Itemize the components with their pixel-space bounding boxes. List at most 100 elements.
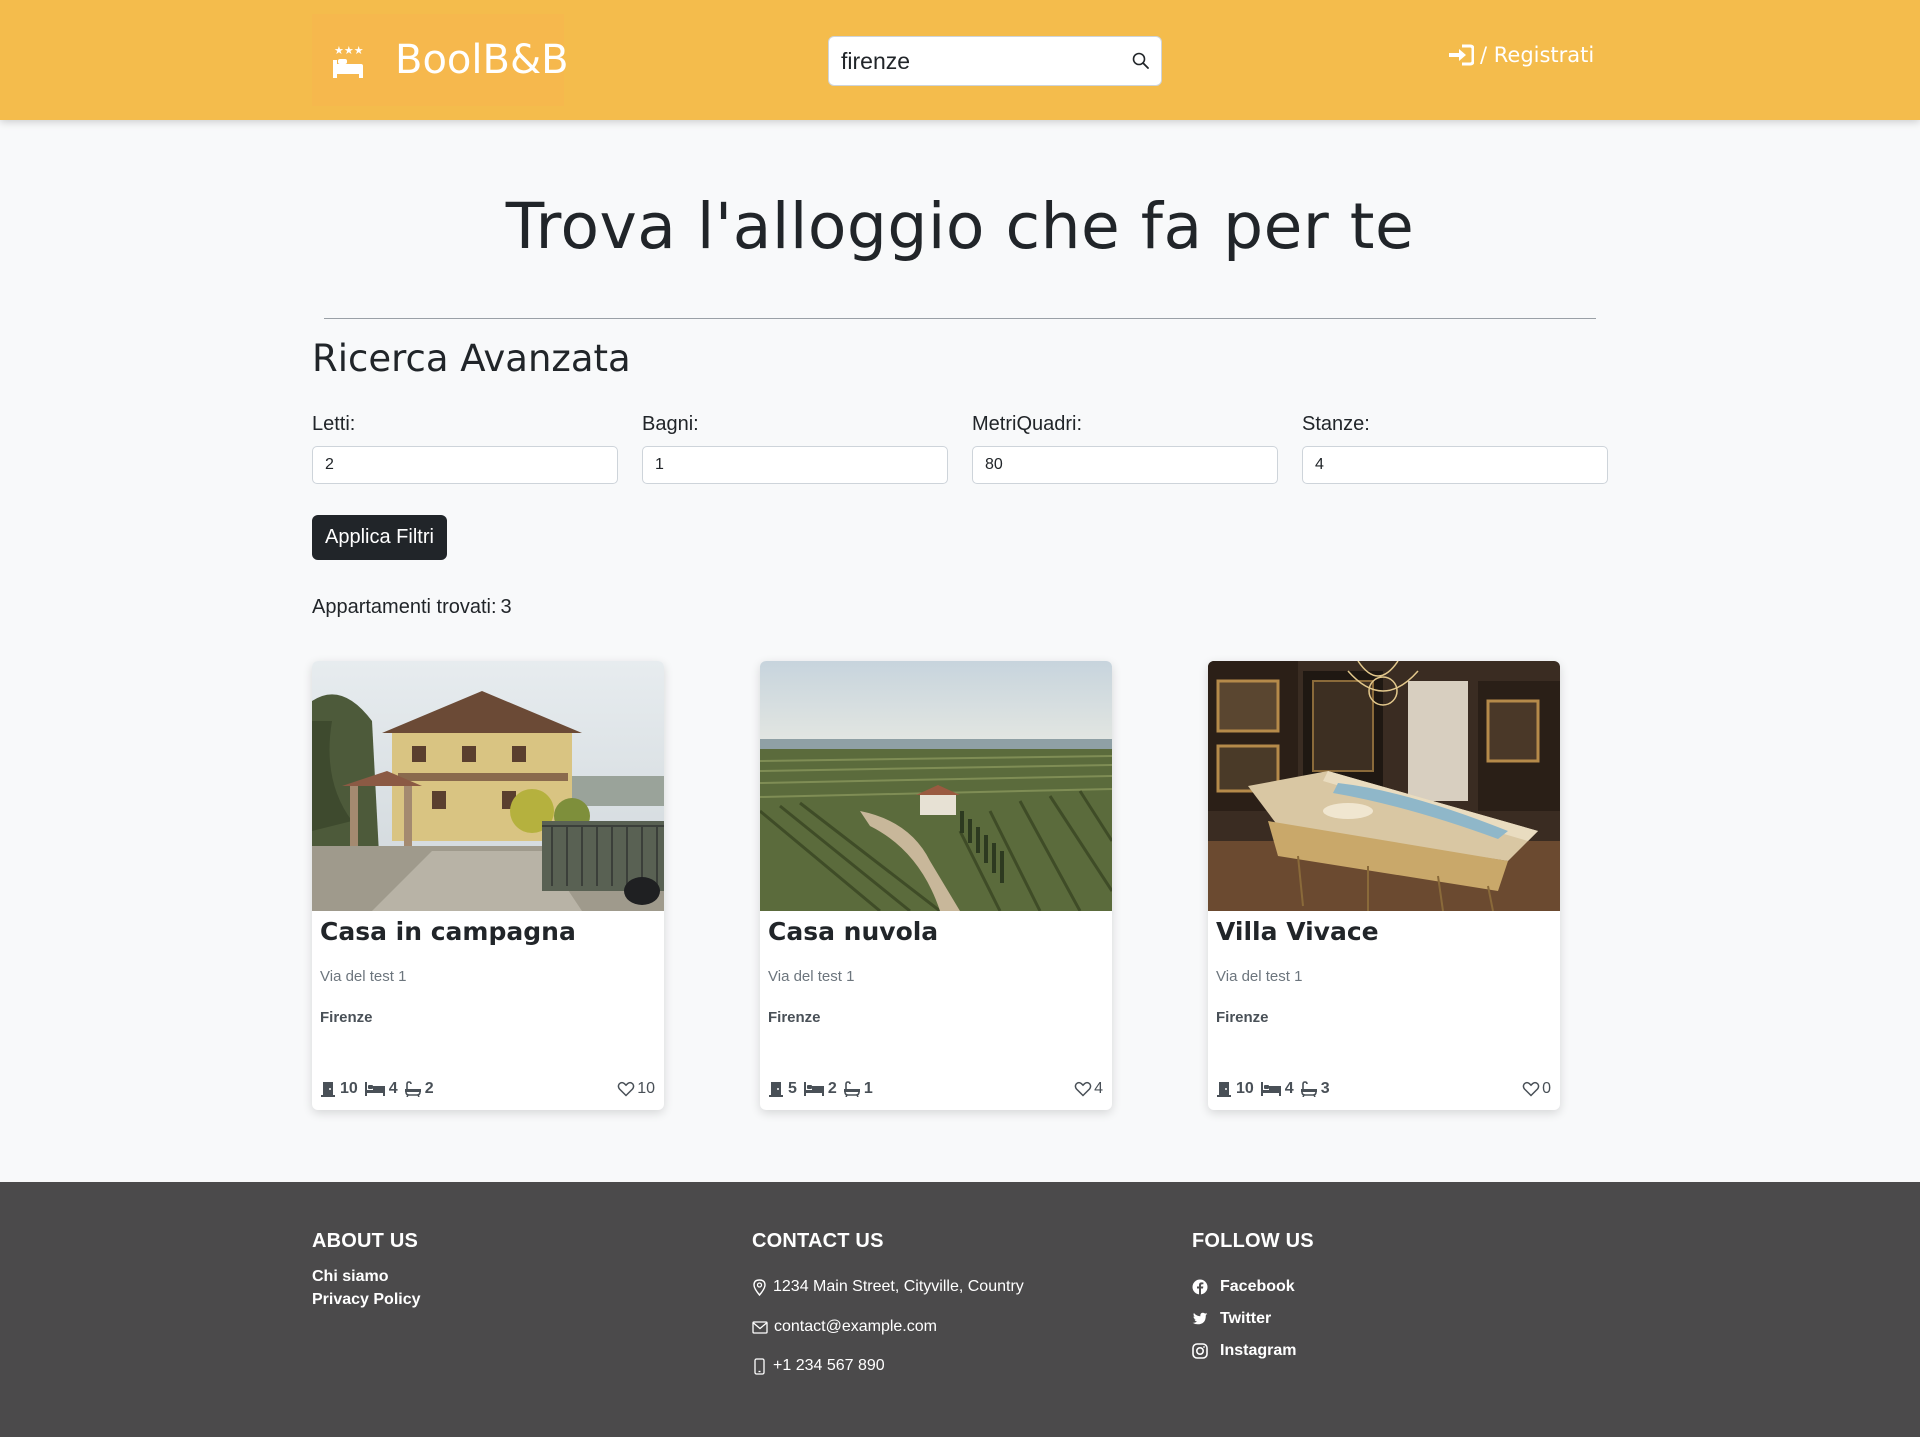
footer-about: ABOUT US Chi siamo Privacy Policy [312,1230,421,1309]
footer-follow-heading: FOLLOW US [1192,1230,1314,1252]
apartment-city: Firenze [320,1009,373,1026]
bathrooms-count: 1 [863,1080,873,1097]
apartment-card[interactable]: Casa in campagna Via del test 1 Firenze … [312,661,664,1110]
apply-filters-button[interactable]: Applica Filtri [312,515,447,560]
apartment-stats: 10 4 3 [1216,1080,1337,1098]
heart-icon [617,1081,635,1097]
likes-count: 4 [1094,1080,1103,1097]
rooms-stat: 10 [1216,1080,1254,1098]
footer-link-privacy-policy[interactable]: Privacy Policy [312,1291,421,1309]
results-count-label: Appartamenti trovati: [312,596,497,618]
likes-count: 0 [1542,1080,1551,1097]
door-icon [321,1082,335,1097]
apartment-card[interactable]: Casa nuvola Via del test 1 Firenze 5 2 1… [760,661,1112,1110]
hotel-bed-icon: ★★★ [328,40,368,80]
page-title: Trova l'alloggio che fa per te [505,190,1415,263]
rooms-input[interactable] [1302,446,1608,484]
sign-in-icon [1449,44,1474,66]
apartment-address: Via del test 1 [1216,968,1303,985]
filter-square-meters: MetriQuadri: [972,412,1278,484]
apartment-title[interactable]: Casa nuvola [768,917,938,946]
bath-icon [843,1081,860,1097]
apartment-title[interactable]: Casa in campagna [320,917,576,946]
social-link-twitter[interactable]: Twitter [1192,1310,1271,1328]
filter-rooms: Stanze: [1302,412,1608,484]
likes-count: 10 [637,1080,655,1097]
apartment-likes[interactable]: 10 [617,1080,655,1098]
rooms-count: 10 [340,1080,358,1097]
rooms-stat: 10 [320,1080,358,1098]
social-link-facebook-label: Facebook [1220,1278,1295,1295]
twitter-icon [1192,1312,1208,1325]
beds-input[interactable] [312,446,618,484]
beds-stat: 4 [364,1080,398,1098]
filter-bathrooms-label: Bagni: [642,413,699,435]
apartment-title[interactable]: Villa Vivace [1216,917,1379,946]
apartment-address: Via del test 1 [320,968,407,985]
facebook-icon [1192,1279,1208,1295]
beds-stat: 4 [1260,1080,1294,1098]
beds-count: 2 [827,1080,837,1097]
apartment-image[interactable] [760,661,1112,911]
map-pin-icon [753,1278,766,1296]
advanced-search-title: Ricerca Avanzata [312,337,631,380]
bathrooms-stat: 2 [404,1080,434,1098]
top-navbar: ★★★ BoolB&B / Registrati [0,0,1920,120]
contact-email-text: contact@example.com [774,1318,937,1335]
footer: ABOUT US Chi siamo Privacy Policy CONTAC… [0,1182,1920,1437]
bathrooms-count: 3 [1320,1080,1330,1097]
heart-icon [1074,1081,1092,1097]
apartment-likes[interactable]: 0 [1522,1080,1551,1098]
filter-bathrooms: Bagni: [642,412,948,484]
logo-text: BoolB&B [395,37,569,83]
contact-phone[interactable]: +1 234 567 890 [752,1357,885,1375]
bathrooms-input[interactable] [642,446,948,484]
results-count-value: 3 [500,596,512,618]
svg-text:★★★: ★★★ [334,44,364,57]
social-link-twitter-label: Twitter [1220,1310,1272,1327]
filter-rooms-label: Stanze: [1302,413,1370,435]
bed-icon [364,1082,385,1096]
beds-stat: 2 [803,1080,837,1098]
rooms-stat: 5 [768,1080,797,1098]
bathrooms-stat: 1 [843,1080,873,1098]
apartment-image[interactable] [312,661,664,911]
footer-follow: FOLLOW US Facebook Twitter Instagram [1192,1230,1432,1370]
apartment-image[interactable] [1208,661,1560,911]
bath-icon [404,1081,421,1097]
logo[interactable]: ★★★ BoolB&B [312,14,569,106]
apartment-card[interactable]: Villa Vivace Via del test 1 Firenze 10 4… [1208,661,1560,1110]
results-count: Appartamenti trovati: 3 [312,596,512,619]
apartment-stats: 5 2 1 [768,1080,880,1098]
rooms-count: 10 [1236,1080,1254,1097]
beds-count: 4 [1284,1080,1294,1097]
footer-about-heading: ABOUT US [312,1230,419,1252]
footer-contact-heading: CONTACT US [752,1230,884,1252]
envelope-icon [752,1320,768,1334]
contact-address: 1234 Main Street, Cityville, Country [752,1278,1024,1296]
apartment-likes[interactable]: 4 [1074,1080,1103,1098]
search-input[interactable] [841,45,1121,77]
bed-icon [803,1082,824,1096]
search-icon[interactable] [1131,51,1151,71]
beds-count: 4 [388,1080,398,1097]
footer-link-chi-siamo[interactable]: Chi siamo [312,1268,421,1286]
apartment-city: Firenze [768,1009,821,1026]
filter-beds-label: Letti: [312,413,356,435]
door-icon [1217,1082,1231,1097]
contact-address-text: 1234 Main Street, Cityville, Country [773,1278,1024,1295]
square-meters-input[interactable] [972,446,1278,484]
door-icon [769,1082,783,1097]
social-link-instagram-label: Instagram [1220,1342,1297,1359]
contact-email[interactable]: contact@example.com [752,1318,937,1336]
register-label: / Registrati [1480,43,1595,67]
social-link-facebook[interactable]: Facebook [1192,1278,1295,1296]
bath-icon [1300,1081,1317,1097]
bathrooms-stat: 3 [1300,1080,1330,1098]
search-box [828,36,1162,86]
social-link-instagram[interactable]: Instagram [1192,1342,1296,1360]
register-link[interactable]: / Registrati [1448,38,1594,72]
phone-icon [754,1357,765,1375]
section-divider [324,318,1596,319]
rooms-count: 5 [788,1080,797,1097]
